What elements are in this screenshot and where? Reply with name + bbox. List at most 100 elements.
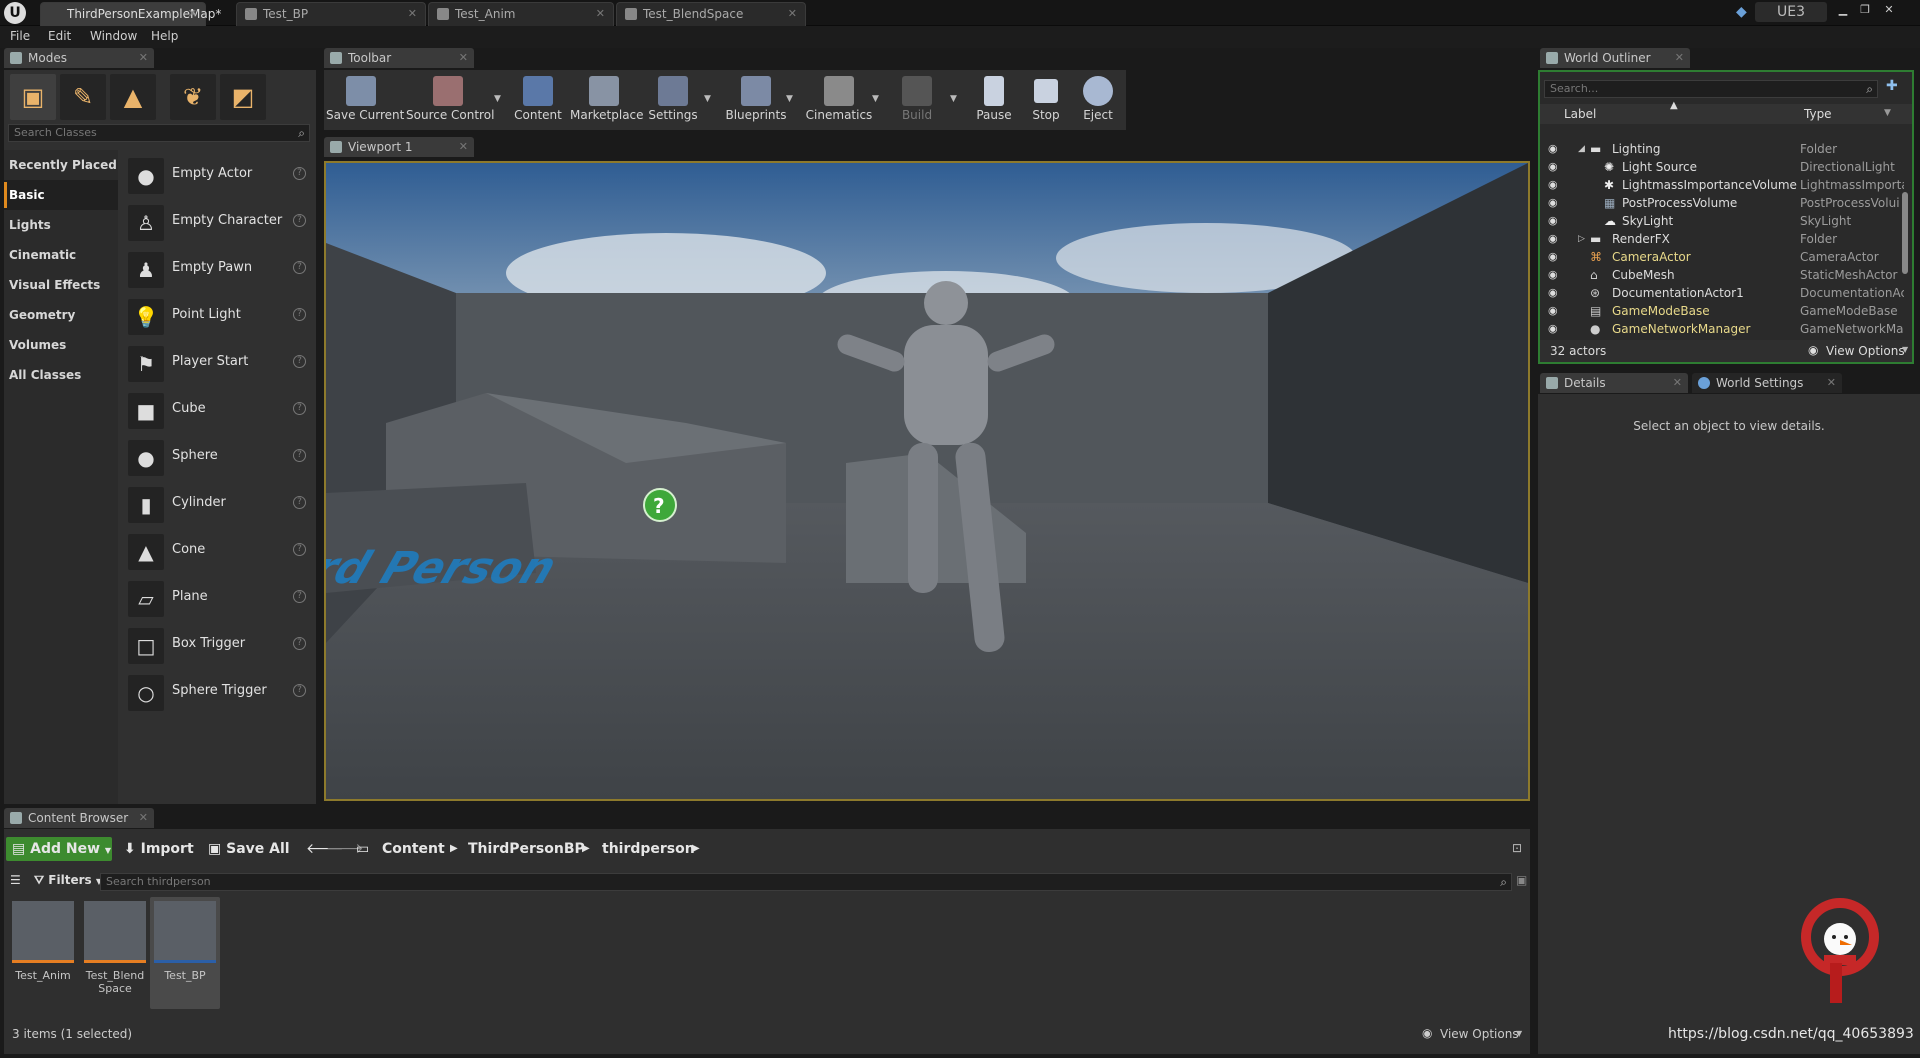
lock-icon[interactable]: ⊡ [1512,841,1522,855]
close-window-icon[interactable]: ✕ [1880,2,1898,18]
breadcrumb-thirdpersonbp[interactable]: ThirdPersonBP [468,837,585,861]
learn-icon[interactable]: ◆ [1736,4,1747,20]
content-button[interactable]: Content [512,72,564,128]
help-icon[interactable]: ? [293,167,306,180]
eye-icon[interactable]: ◉ [1548,212,1558,230]
class-cylinder[interactable]: ▮ Cylinder ? [124,481,312,527]
outliner-row-lightmass-volume[interactable]: ◉ ✱ LightmassImportanceVolume LightmassI… [1540,176,1912,194]
place-mode-icon[interactable]: ▣ [10,74,56,120]
tab-third-person-example-map[interactable]: ThirdPersonExampleMap* ✕ [40,2,221,26]
build-button[interactable]: Build [892,72,942,128]
help-icon[interactable]: ? [293,449,306,462]
outliner-row-game-mode-base[interactable]: ◉ ▤ GameModeBase GameModeBase [1540,302,1912,320]
blueprints-button[interactable]: Blueprints [724,72,788,128]
menu-help[interactable]: Help [151,29,178,43]
close-icon[interactable]: ✕ [459,137,468,157]
class-empty-actor[interactable]: ● Empty Actor ? [124,152,312,198]
eye-icon[interactable]: ◉ [1548,158,1558,176]
class-box-trigger[interactable]: □ Box Trigger ? [124,622,312,668]
sources-toggle-icon[interactable]: ☰ [10,873,21,887]
class-sphere-trigger[interactable]: ○ Sphere Trigger ? [124,669,312,715]
view-options-button[interactable]: View Options [1440,1027,1519,1041]
minimize-icon[interactable]: ▁ [1834,2,1852,18]
eye-icon[interactable]: ◉ [1548,176,1558,194]
help-icon[interactable]: ? [293,543,306,556]
marketplace-button[interactable]: Marketplace [570,72,644,128]
category-geometry[interactable]: Geometry [4,300,118,330]
tab-test-bp[interactable]: Test_BP ✕ [236,2,426,26]
geometry-mode-icon[interactable]: ◩ [220,74,266,120]
breadcrumb-arrow-icon[interactable]: ▶ [692,837,700,861]
close-icon[interactable]: ✕ [596,3,605,25]
source-control-button[interactable]: Source Control [406,72,494,128]
class-cube[interactable]: ■ Cube ? [124,387,312,433]
add-new-button[interactable]: ▤ Add New ▼ [6,837,112,861]
pause-button[interactable]: Pause [972,72,1016,128]
settings-dropdown-icon[interactable]: ▼ [704,94,711,104]
level-viewport[interactable]: Third Person ? [324,161,1530,801]
asset-test-bp[interactable]: Test_BP [150,897,220,1009]
save-current-button[interactable]: Save Current [326,72,404,128]
eye-icon[interactable]: ◉ [1548,230,1558,248]
outliner-row-postprocess[interactable]: ◉ ▦ PostProcessVolume PostProcessVolui [1540,194,1912,212]
tab-test-anim[interactable]: Test_Anim ✕ [428,2,614,26]
stop-button[interactable]: Stop [1024,72,1068,128]
close-icon[interactable]: ✕ [1827,373,1836,393]
help-icon[interactable]: ? [293,355,306,368]
foliage-mode-icon[interactable]: ❦ [170,74,216,120]
content-search-input[interactable]: Search thirdperson ⌕ [100,873,1512,891]
unreal-logo-icon[interactable]: U [4,2,26,24]
category-visual-effects[interactable]: Visual Effects [4,270,118,300]
category-lights[interactable]: Lights [4,210,118,240]
class-sphere[interactable]: ● Sphere ? [124,434,312,480]
eye-icon[interactable]: ◉ [1548,140,1558,158]
breadcrumb-content[interactable]: Content [382,837,445,861]
menu-window[interactable]: Window [90,29,137,43]
blueprints-dropdown-icon[interactable]: ▼ [786,94,793,104]
build-dropdown-icon[interactable]: ▼ [950,94,957,104]
breadcrumb-arrow-icon[interactable]: ▶ [450,837,458,861]
outliner-row-renderfx[interactable]: ◉ ▷ ▬ RenderFX Folder [1540,230,1912,248]
source-control-dropdown-icon[interactable]: ▼ [494,94,501,104]
outliner-row-camera-actor[interactable]: ◉ ⌘ CameraActor CameraActor [1540,248,1912,266]
category-volumes[interactable]: Volumes [4,330,118,360]
breadcrumb-arrow-icon[interactable]: ▶ [582,837,590,861]
cinematics-button[interactable]: Cinematics [804,72,874,128]
asset-test-blendspace[interactable]: Test_Blend Space [80,901,150,1003]
restore-icon[interactable]: ❐ [1856,2,1874,18]
help-icon[interactable]: ? [293,496,306,509]
outliner-scrollbar[interactable] [1902,192,1908,274]
category-basic[interactable]: Basic [4,180,118,210]
help-icon[interactable]: ? [293,684,306,697]
asset-test-anim[interactable]: Test_Anim [8,901,78,1003]
class-cone[interactable]: ▲ Cone ? [124,528,312,574]
help-icon[interactable]: ? [293,590,306,603]
add-actor-icon[interactable]: ✚ [1886,78,1898,94]
settings-button[interactable]: Settings [646,72,700,128]
help-icon[interactable]: ? [293,402,306,415]
tab-test-blendspace[interactable]: Test_BlendSpace ✕ [616,2,806,26]
tab-viewport[interactable]: Viewport 1 ✕ [324,137,474,157]
landscape-mode-icon[interactable]: ▲ [110,74,156,120]
column-type[interactable]: Type [1804,107,1832,121]
eject-button[interactable]: Eject [1076,72,1120,128]
import-button[interactable]: ⬇ Import [124,837,194,861]
close-icon[interactable]: ✕ [188,3,197,25]
help-icon[interactable]: ? [293,308,306,321]
outliner-row-lighting[interactable]: ◉ ◢ ▬ Lighting Folder [1540,140,1912,158]
chevron-down-icon[interactable]: ▼ [1516,1029,1522,1038]
search-classes-input[interactable]: Search Classes ⌕ [8,124,310,142]
filters-button[interactable]: ⛛ Filters ▼ [34,873,102,888]
close-icon[interactable]: ✕ [1675,48,1684,68]
class-plane[interactable]: ▱ Plane ? [124,575,312,621]
class-empty-pawn[interactable]: ♟ Empty Pawn ? [124,246,312,292]
column-label[interactable]: Label [1564,107,1596,121]
breadcrumb-thirdperson[interactable]: thirdperson [602,837,695,861]
eye-icon[interactable]: ◉ [1548,284,1558,302]
class-empty-character[interactable]: ♙ Empty Character ? [124,199,312,245]
help-icon[interactable]: ? [293,637,306,650]
close-icon[interactable]: ✕ [408,3,417,25]
help-icon[interactable]: ? [293,214,306,227]
folder-open-icon[interactable]: ▭ [356,837,369,861]
tab-world-outliner[interactable]: World Outliner ✕ [1540,48,1690,68]
